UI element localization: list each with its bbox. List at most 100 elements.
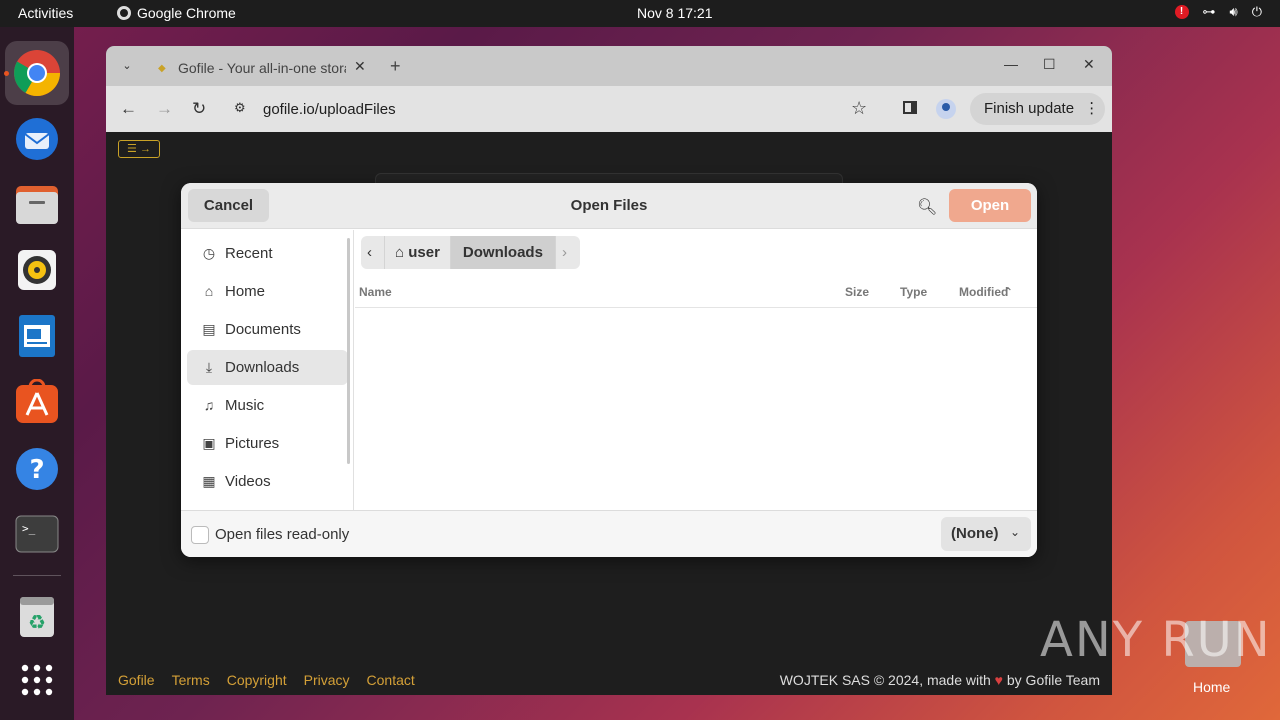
footer-credit: WOJTEK SAS © 2024, made with ♥ by Gofile…	[780, 672, 1100, 688]
heart-icon: ♥	[994, 672, 1003, 688]
open-button[interactable]: Open	[949, 189, 1031, 222]
footer-link-copyright[interactable]: Copyright	[227, 672, 287, 688]
network-icon[interactable]: ⊶	[1203, 4, 1216, 20]
close-tab-icon[interactable]: ✕	[354, 58, 366, 75]
path-forward-icon[interactable]: ›	[555, 236, 580, 269]
url-text[interactable]: gofile.io/uploadFiles	[263, 101, 396, 118]
document-icon: ▤	[202, 321, 216, 337]
footer-link-gofile[interactable]: Gofile	[118, 672, 155, 688]
footer-link-contact[interactable]: Contact	[367, 672, 415, 688]
trash-icon: ♻	[20, 597, 54, 637]
watermark: ANY RUN	[1040, 612, 1272, 668]
terminal-icon: >_	[15, 515, 59, 553]
column-type[interactable]: Type	[900, 285, 927, 299]
dock-help[interactable]: ?	[14, 445, 60, 491]
home-icon: ⌂	[395, 244, 405, 261]
read-only-checkbox[interactable]	[191, 526, 209, 544]
places-sidebar: ◷ Recent ⌂ Home ▤ Documents ⤓ Downloads …	[181, 230, 354, 510]
tab-gofile[interactable]: ◆ Gofile - Your all-in-one storage solut…	[148, 52, 376, 86]
dock-trash[interactable]: ♻	[14, 593, 60, 639]
place-label: Music	[225, 397, 265, 414]
file-list[interactable]	[355, 309, 1037, 510]
maximize-icon[interactable]: ☐	[1043, 56, 1056, 73]
rhythmbox-icon	[18, 250, 56, 290]
dock-rhythmbox[interactable]	[14, 247, 60, 293]
path-downloads[interactable]: Downloads	[450, 236, 556, 269]
minimize-icon[interactable]: —	[1004, 56, 1018, 72]
volume-icon[interactable]: 🔊︎	[1230, 4, 1238, 20]
forward-icon[interactable]: →	[156, 99, 173, 119]
site-info-icon[interactable]: ⚙	[234, 100, 246, 116]
file-filter-value: (None)	[951, 525, 999, 542]
footer-credit-suffix: by Gofile Team	[1006, 672, 1100, 688]
tab-strip: ⌄ ◆ Gofile - Your all-in-one storage sol…	[106, 46, 1112, 86]
app-name: Google Chrome	[137, 5, 236, 21]
file-filter-select[interactable]: (None) ⌄	[941, 517, 1031, 551]
desktop-home-label[interactable]: Home	[1193, 679, 1230, 695]
chevron-down-icon: ⌄	[1009, 525, 1020, 539]
path-back-icon[interactable]: ‹	[361, 236, 385, 269]
search-icon[interactable]: 🔍︎	[917, 197, 937, 217]
close-window-icon[interactable]: ✕	[1083, 56, 1095, 73]
dock-thunderbird[interactable]	[14, 115, 60, 161]
download-icon: ⤓	[205, 359, 213, 375]
dock-chrome[interactable]	[5, 41, 69, 105]
footer-credit-prefix: WOJTEK SAS © 2024, made with	[779, 672, 991, 688]
place-downloads[interactable]: ⤓ Downloads	[187, 350, 348, 385]
svg-text:♻: ♻	[28, 610, 46, 634]
reload-icon[interactable]: ↻	[192, 99, 206, 119]
column-size[interactable]: Size	[845, 285, 869, 299]
power-icon[interactable]: ⏻	[1252, 4, 1262, 20]
place-home[interactable]: ⌂ Home	[187, 274, 348, 309]
tab-search-icon[interactable]: ⌄	[118, 57, 136, 75]
place-documents[interactable]: ▤ Documents	[187, 312, 348, 347]
top-bar: Activities Google Chrome Nov 8 17:21 ! ⊶…	[0, 0, 1280, 27]
clock-icon: ◷	[202, 245, 216, 261]
place-pictures[interactable]: ▣ Pictures	[187, 426, 348, 461]
help-icon: ?	[16, 448, 58, 490]
chrome-icon	[14, 50, 60, 96]
dialog-title: Open Files	[570, 197, 648, 214]
chrome-icon	[117, 6, 131, 20]
dock-show-apps[interactable]	[14, 657, 60, 703]
finish-update-label: Finish update	[984, 100, 1075, 117]
place-recent[interactable]: ◷ Recent	[187, 236, 348, 271]
system-tray[interactable]: ! ⊶ 🔊︎ ⏻	[1174, 4, 1262, 20]
gofile-favicon-icon: ◆	[158, 63, 166, 74]
place-music[interactable]: ♫ Music	[187, 388, 348, 423]
thunderbird-icon	[16, 118, 58, 160]
dock-app-center[interactable]	[14, 378, 60, 425]
place-videos[interactable]: ▦ Videos	[187, 464, 348, 499]
bookmark-star-icon[interactable]: ☆	[851, 98, 867, 119]
path-user[interactable]: ⌂ user	[385, 236, 451, 269]
finish-update-button[interactable]: Finish update ⋮	[970, 93, 1105, 125]
music-icon: ♫	[203, 397, 215, 413]
back-icon[interactable]: ←	[120, 99, 137, 119]
svg-text:?: ?	[29, 455, 44, 485]
activities-button[interactable]: Activities	[18, 5, 73, 21]
dock-terminal[interactable]: >_	[14, 511, 60, 557]
footer-link-terms[interactable]: Terms	[172, 672, 210, 688]
read-only-label[interactable]: Open files read-only	[215, 526, 349, 543]
writer-icon	[19, 315, 55, 357]
alert-icon[interactable]: !	[1174, 5, 1189, 19]
kebab-menu-icon[interactable]: ⋮	[1084, 100, 1099, 117]
places-scrollbar[interactable]	[347, 238, 350, 464]
path-bar: ‹ ⌂ user Downloads ›	[361, 236, 580, 269]
column-name[interactable]: Name	[359, 285, 392, 299]
column-modified[interactable]: Modified	[959, 285, 1008, 299]
side-panel-icon[interactable]	[903, 101, 917, 114]
dock-writer[interactable]	[14, 313, 60, 359]
path-user-label: user	[408, 244, 440, 261]
place-label: Home	[225, 283, 266, 300]
dock-files[interactable]	[14, 181, 60, 227]
address-bar[interactable]: ⚙ gofile.io/uploadFiles	[222, 91, 882, 127]
clock[interactable]: Nov 8 17:21	[637, 5, 713, 21]
video-icon: ▦	[202, 473, 216, 489]
footer-link-privacy[interactable]: Privacy	[304, 672, 350, 688]
menu-toggle-button[interactable]: ☰ →	[118, 140, 160, 158]
place-label: Pictures	[225, 435, 280, 452]
app-menu[interactable]: Google Chrome	[117, 5, 236, 21]
new-tab-icon[interactable]: +	[390, 56, 401, 77]
profile-icon[interactable]	[936, 99, 956, 119]
